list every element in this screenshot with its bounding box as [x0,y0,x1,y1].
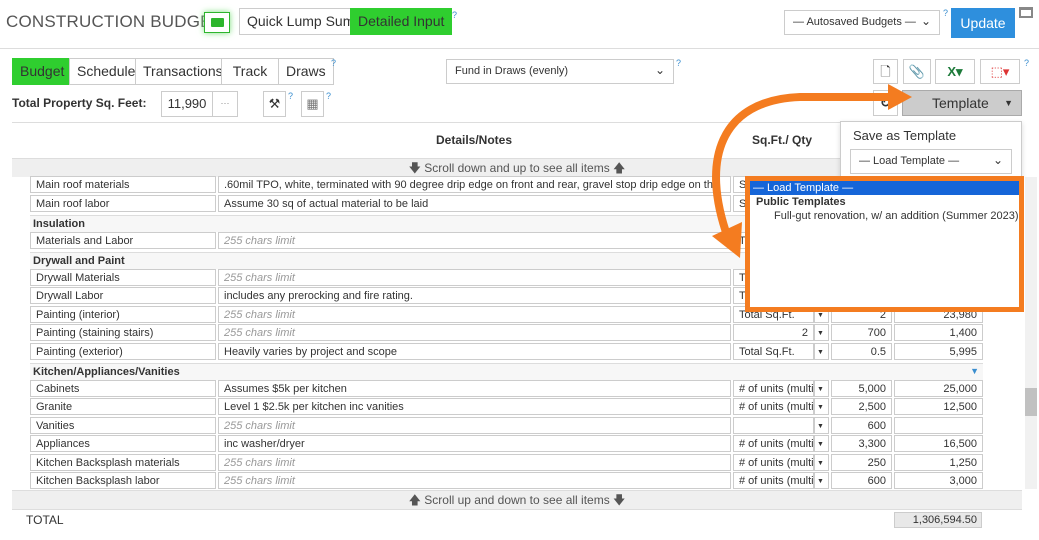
arrowhead-right [888,84,912,110]
arrow-curve [712,93,895,240]
highlight-arrow [712,84,912,258]
